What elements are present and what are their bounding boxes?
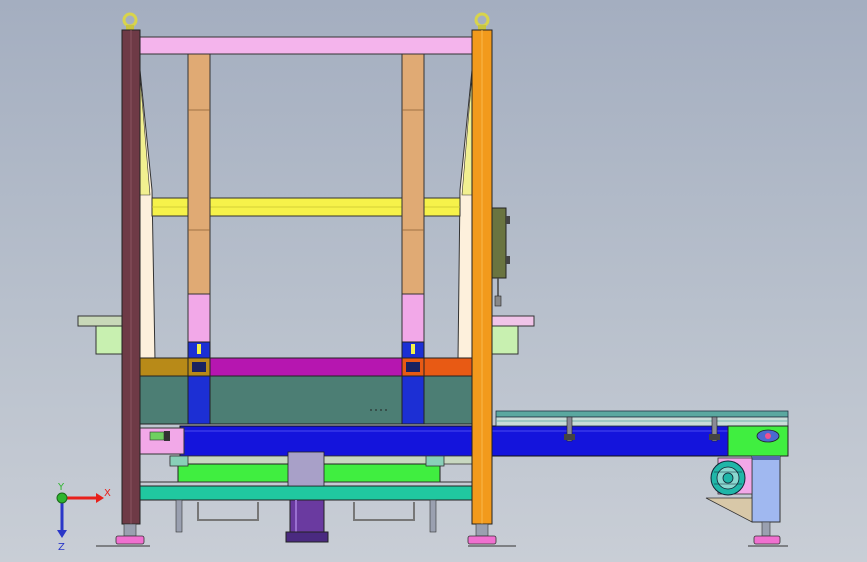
handle-left xyxy=(197,502,259,521)
gearbox xyxy=(751,455,781,523)
teal-base-frame xyxy=(139,485,473,501)
lifting-eye-right xyxy=(474,12,490,31)
foot-right xyxy=(467,523,516,547)
inner-leg-left xyxy=(175,499,183,533)
triad-z-label: Z xyxy=(58,542,65,553)
triad-y-label: Y xyxy=(57,482,65,493)
right-outboard-bracket xyxy=(489,315,535,355)
inner-column-right xyxy=(401,53,425,295)
column-sleeve-left xyxy=(187,293,211,343)
left-outboard-bracket xyxy=(77,315,125,355)
lifting-eye-left xyxy=(122,12,138,31)
left-side-plate-yellow xyxy=(139,74,151,196)
inner-column-left xyxy=(187,53,211,295)
drive-motor xyxy=(710,457,753,496)
control-box xyxy=(491,207,510,307)
machine-drawing[interactable]: X Y Z xyxy=(0,0,867,562)
triad-x-label: X xyxy=(104,488,111,499)
inner-leg-right xyxy=(429,499,437,533)
column-sleeve-right xyxy=(401,293,425,343)
carriage-beam-mid xyxy=(209,357,403,377)
carriage-beam-left xyxy=(139,357,189,377)
foot-left xyxy=(96,523,150,547)
top-beam xyxy=(137,36,477,55)
coordinate-triad: X Y Z xyxy=(56,482,111,553)
foot-conveyor xyxy=(748,521,788,547)
roller-table xyxy=(495,410,789,427)
handle-right xyxy=(353,502,415,521)
right-side-plate-yellow xyxy=(461,74,473,196)
motor-mount-plate xyxy=(705,497,753,523)
cad-viewport[interactable]: X Y Z xyxy=(0,0,867,562)
bearing-block xyxy=(727,425,789,457)
carriage-beam-right xyxy=(423,357,473,377)
